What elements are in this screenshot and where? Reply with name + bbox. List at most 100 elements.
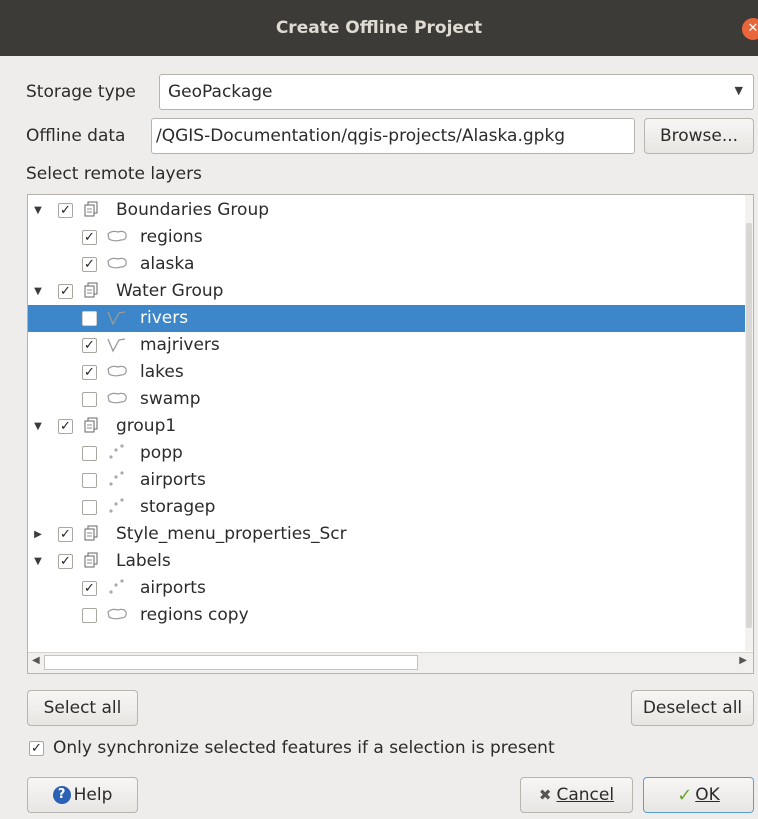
storage-type-select[interactable]: GeoPackage ▼ [159,74,754,110]
point-layer-icon [106,471,126,489]
polygon-layer-icon [106,255,127,273]
group-icon [82,282,102,300]
layer-label: regions copy [140,605,249,625]
tree-layer-row[interactable]: regions copy [28,602,746,629]
tree-layer-row[interactable]: airports [28,467,746,494]
tree-group-row[interactable]: ▼ ✓ Boundaries Group [28,197,746,224]
group-icon [82,552,102,570]
browse-button[interactable]: Browse... [644,118,754,154]
layer-label: Water Group [116,281,224,301]
point-layer-icon [106,444,126,462]
layer-label: regions [140,227,203,247]
expand-arrow-down-icon[interactable]: ▼ [32,286,44,298]
close-icon[interactable]: ✕ [742,18,758,40]
select-layers-label: Select remote layers [26,164,202,184]
tree-group-row[interactable]: ▶ ✓ Style_menu_properties_Scr [28,521,746,548]
layer-checkbox[interactable]: ✓ [82,338,97,353]
title-bar: Create Offline Project ✕ [0,0,758,56]
only-selected-checkbox[interactable]: ✓ [29,741,44,756]
layer-label: popp [140,443,183,463]
scroll-left-icon[interactable]: ◀ [32,655,40,666]
tree-layer-row[interactable]: storagep [28,494,746,521]
layer-label: Style_menu_properties_Scr [116,524,347,544]
polygon-layer-icon [106,606,127,624]
tree-layer-row[interactable]: swamp [28,386,746,413]
horizontal-scroll-thumb[interactable] [44,655,418,670]
layer-label: rivers [140,308,189,328]
tree-layer-row[interactable]: ✓ airports [28,575,746,602]
help-icon: ? [52,786,71,804]
storage-type-label: Storage type [26,82,136,102]
offline-data-label: Offline data [26,126,126,146]
offline-data-field[interactable]: /QGIS-Documentation/qgis-projects/Alaska… [151,118,635,154]
cancel-label: Cancel [556,785,615,805]
expand-arrow-right-icon[interactable]: ▶ [32,529,44,541]
vertical-scroll-thumb[interactable] [746,223,752,628]
layer-label: lakes [140,362,184,382]
layer-label: group1 [116,416,177,436]
line-layer-icon [106,336,126,354]
select-all-button[interactable]: Select all [27,690,138,726]
expand-arrow-down-icon[interactable]: ▼ [32,205,44,217]
layer-checkbox[interactable]: ✓ [82,581,97,596]
help-button[interactable]: ? Help [27,777,138,813]
layer-checkbox[interactable]: ✓ [58,203,73,218]
ok-label: OK [695,785,720,805]
tree-layer-row[interactable]: ✓ lakes [28,359,746,386]
layer-label: majrivers [140,335,220,355]
cancel-button[interactable]: ✖ Cancel [520,777,633,813]
line-layer-icon [106,309,126,327]
layer-label: swamp [140,389,201,409]
layer-checkbox[interactable]: ✓ [58,554,73,569]
point-layer-icon [106,579,126,597]
tree-layer-row[interactable]: ✓ majrivers [28,332,746,359]
layer-checkbox[interactable]: ✓ [58,527,73,542]
layer-checkbox[interactable]: ✓ [82,230,97,245]
layer-tree[interactable]: ▼ ✓ Boundaries Group ✓ regions ✓ alaska ▼ ✓ Water… [27,194,754,674]
expand-arrow-down-icon[interactable]: ▼ [32,421,44,433]
layer-label: Labels [116,551,171,571]
group-icon [82,201,102,219]
group-icon [82,525,102,543]
tree-layer-row[interactable]: ✓ alaska [28,251,746,278]
polygon-layer-icon [106,363,127,381]
tree-group-row[interactable]: ▼ ✓ group1 [28,413,746,440]
layer-label: Boundaries Group [116,200,270,220]
chevron-down-icon: ▼ [734,84,743,97]
vertical-scrollbar[interactable] [745,195,753,651]
tree-layer-row[interactable]: rivers [28,305,746,332]
only-selected-label: Only synchronize selected features if a … [53,738,555,758]
point-layer-icon [106,498,126,516]
layer-checkbox[interactable] [82,473,97,488]
window-title: Create Offline Project [275,18,483,38]
layer-checkbox[interactable]: ✓ [82,257,97,272]
layer-checkbox[interactable] [82,392,97,407]
tree-group-row[interactable]: ▼ ✓ Water Group [28,278,746,305]
checkmark-icon: ✓ [677,784,693,806]
layer-checkbox[interactable]: ✓ [58,284,73,299]
layer-checkbox[interactable] [82,311,97,326]
layer-checkbox[interactable] [82,500,97,515]
tree-layer-row[interactable]: popp [28,440,746,467]
group-icon [82,417,102,435]
tree-group-row[interactable]: ▼ ✓ Labels [28,548,746,575]
layer-checkbox[interactable]: ✓ [58,419,73,434]
layer-label: airports [140,470,206,490]
layer-label: alaska [140,254,195,274]
layer-label: storagep [140,497,216,517]
cancel-icon: ✖ [538,786,552,804]
polygon-layer-icon [106,228,127,246]
expand-arrow-down-icon[interactable]: ▼ [32,556,44,568]
layer-checkbox[interactable] [82,446,97,461]
deselect-all-button[interactable]: Deselect all [631,690,754,726]
ok-button[interactable]: ✓ OK [643,777,754,813]
horizontal-scrollbar[interactable]: ◀ ▶ [28,652,753,673]
layer-label: airports [140,578,206,598]
storage-type-value: GeoPackage [168,82,273,102]
tree-layer-row[interactable]: ✓ regions [28,224,746,251]
scroll-right-icon[interactable]: ▶ [739,655,747,666]
layer-checkbox[interactable] [82,608,97,623]
polygon-layer-icon [106,390,127,408]
layer-checkbox[interactable]: ✓ [82,365,97,380]
help-label: Help [73,785,113,805]
